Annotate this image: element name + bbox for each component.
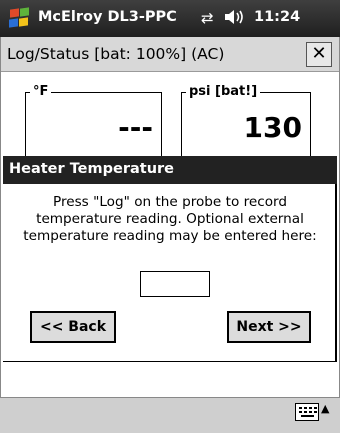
connectivity-icon[interactable]: ⇄: [201, 9, 214, 27]
window-titlebar: Log/Status [bat: 100%] (AC) ✕: [1, 37, 339, 72]
close-button[interactable]: ✕: [306, 42, 332, 67]
back-button[interactable]: << Back: [30, 311, 116, 343]
app-title: McElroy DL3-PPC: [38, 9, 177, 25]
temperature-readout: °F ---: [25, 84, 162, 162]
window-lower-area: [0, 362, 340, 397]
windows-start-icon[interactable]: [8, 7, 30, 29]
log-status-window: Log/Status [bat: 100%] (AC) ✕ °F --- psi…: [0, 37, 340, 397]
dialog-title: Heater Temperature: [3, 156, 337, 184]
pressure-value: 130: [243, 111, 302, 144]
clock[interactable]: 11:24: [254, 9, 300, 25]
heater-temperature-dialog: Heater Temperature Press "Log" on the pr…: [3, 156, 337, 363]
dialog-message: Press "Log" on the probe to record tempe…: [23, 194, 317, 244]
next-button[interactable]: Next >>: [227, 311, 311, 343]
temperature-label: °F: [30, 84, 52, 99]
window-title: Log/Status [bat: 100%] (AC): [7, 45, 225, 63]
menu-bar: ▲: [0, 397, 340, 433]
external-temperature-input[interactable]: [140, 271, 210, 297]
pressure-readout: psi [bat!] 130: [181, 84, 311, 162]
input-panel-arrow-icon[interactable]: ▲: [321, 402, 329, 415]
pressure-label: psi [bat!]: [186, 84, 261, 99]
status-bar: McElroy DL3-PPC ⇄ 11:24: [0, 0, 340, 37]
keyboard-icon[interactable]: [295, 403, 319, 421]
temperature-value: ---: [118, 111, 153, 144]
volume-icon[interactable]: [223, 8, 247, 30]
